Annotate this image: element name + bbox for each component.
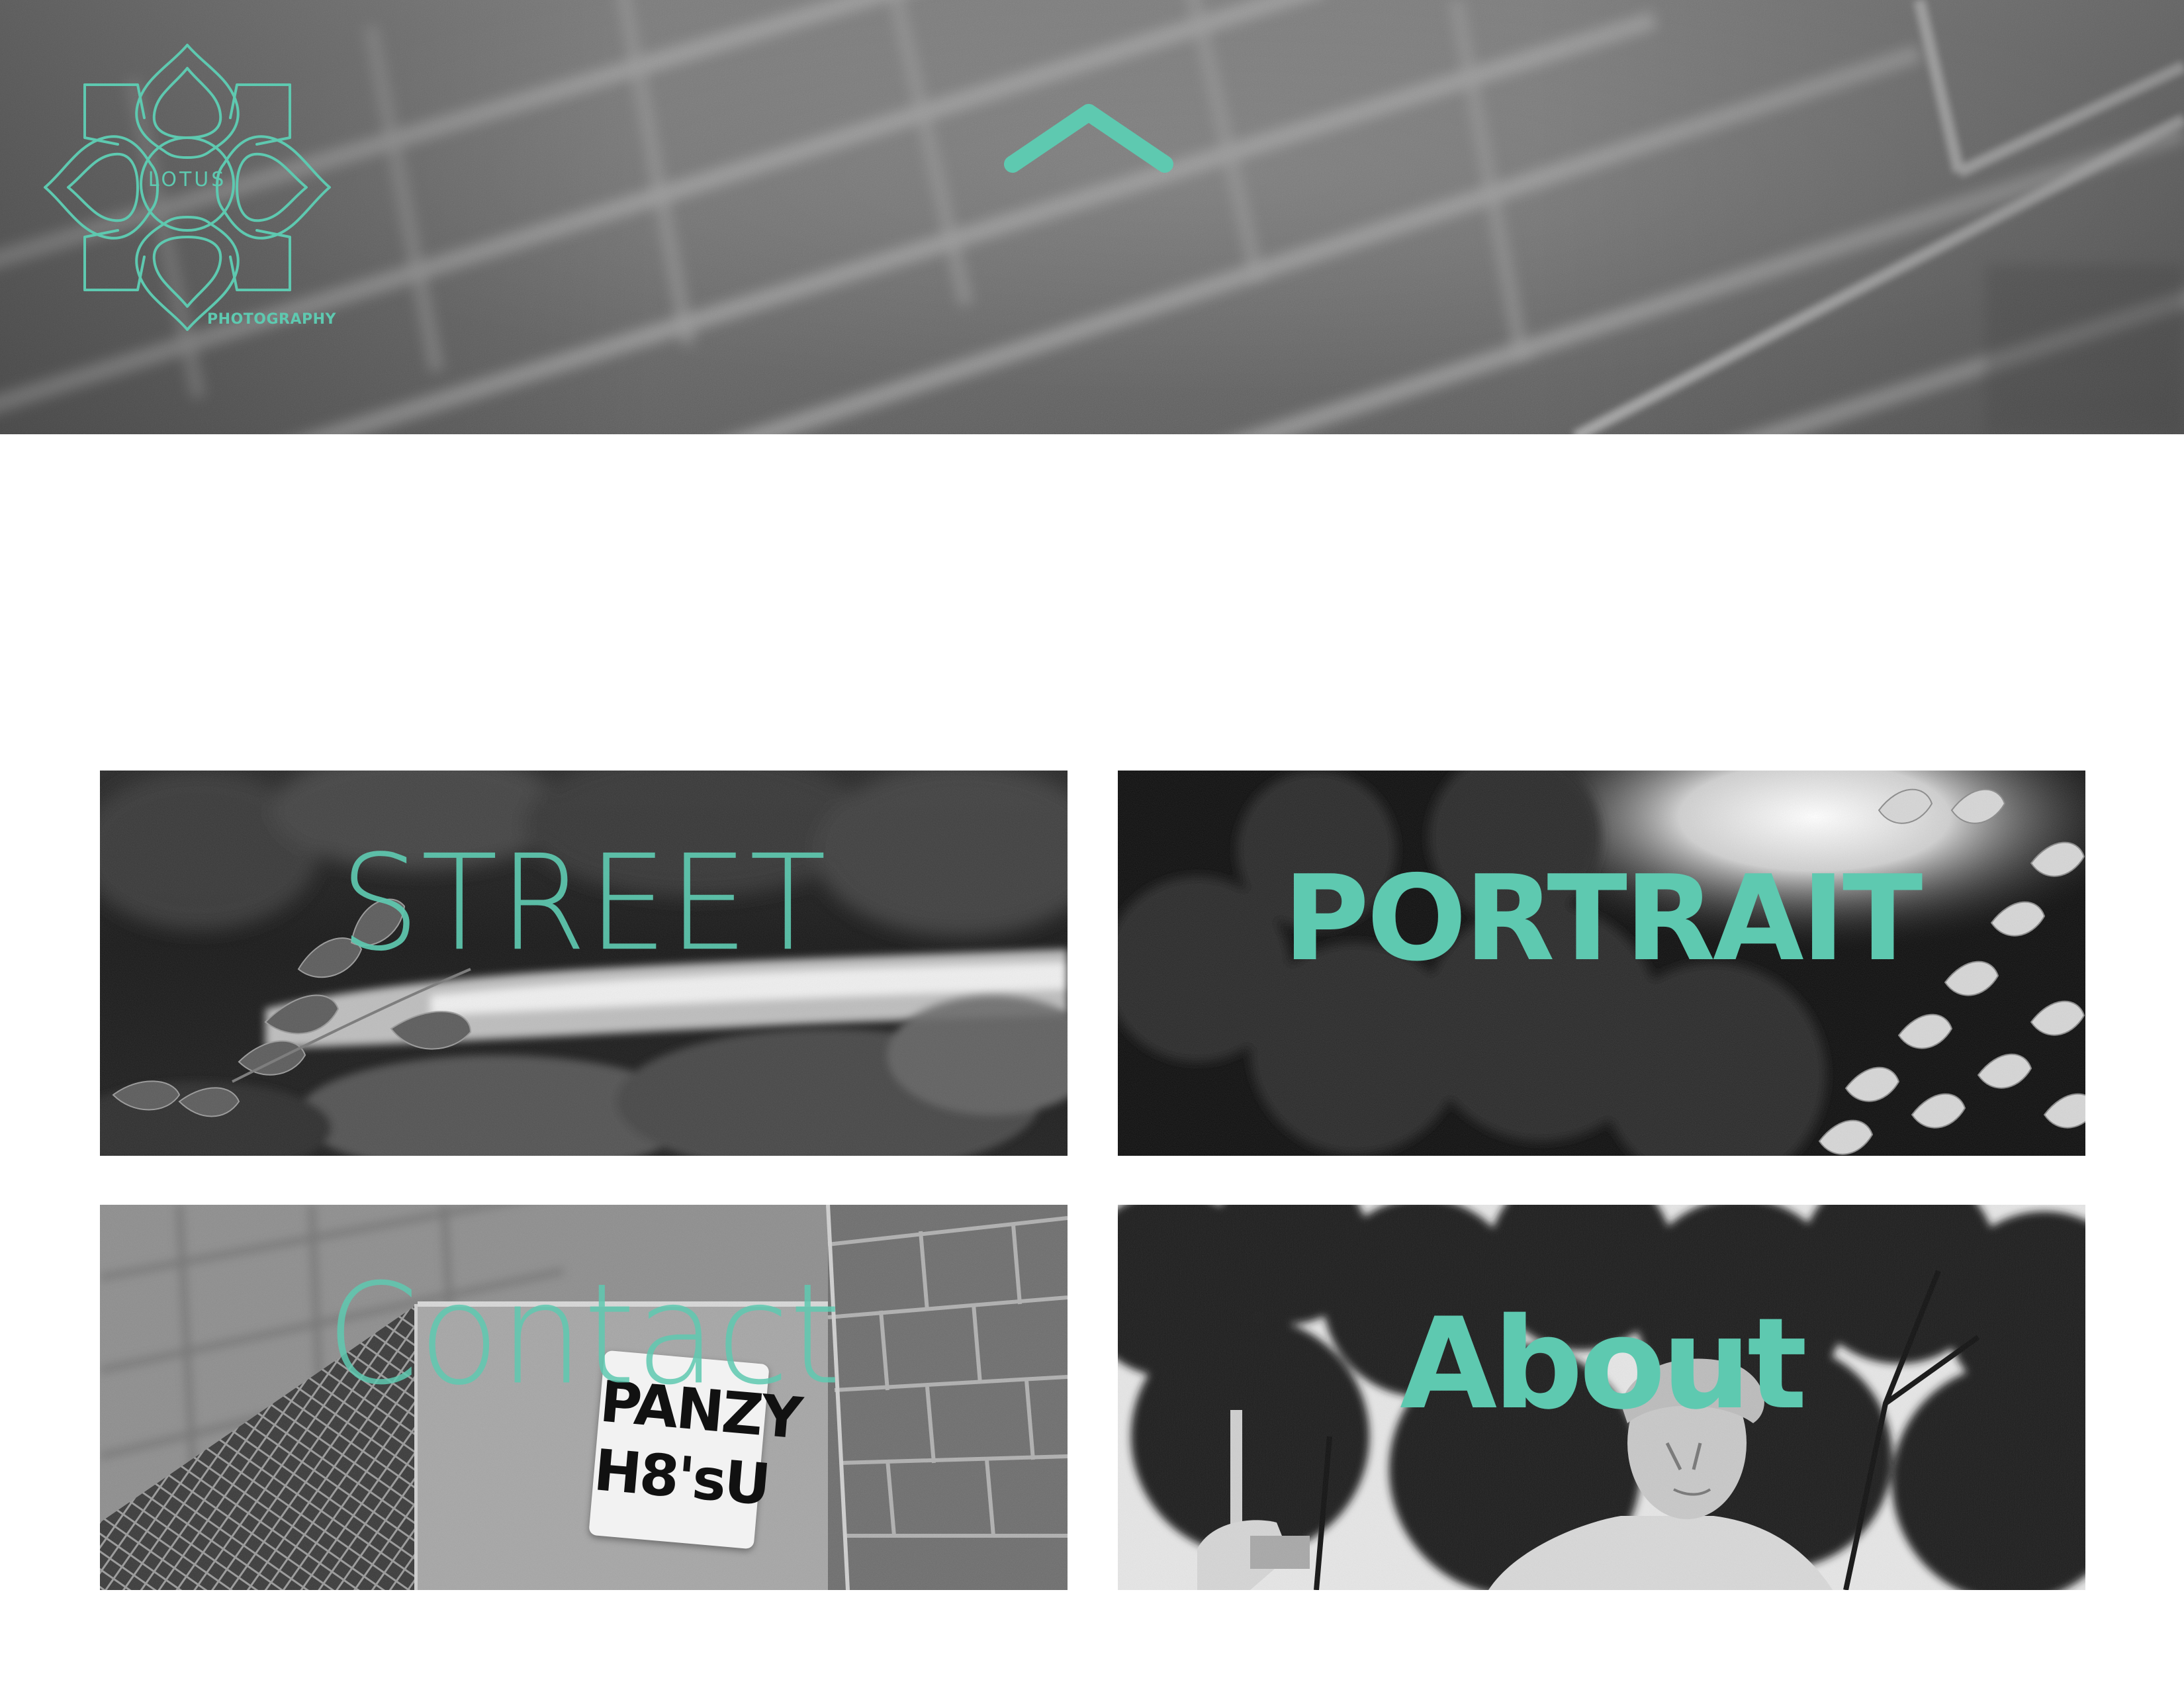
- street-label: STREET: [340, 826, 828, 980]
- portrait-gallery-tile[interactable]: PORTRAIT: [1118, 771, 2085, 1156]
- about-label: About: [1400, 1291, 1807, 1437]
- chevron-up-icon: [1004, 104, 1173, 173]
- hero-banner: LOTUS PHOTOGRAPHY: [0, 0, 2184, 434]
- about-tile[interactable]: About: [1118, 1205, 2085, 1590]
- scroll-up-button[interactable]: [999, 98, 1178, 177]
- logo-wordmark: LOTUS: [148, 168, 227, 191]
- lotus-logo[interactable]: LOTUS PHOTOGRAPHY: [38, 38, 336, 336]
- street-gallery-tile[interactable]: STREET: [100, 771, 1068, 1156]
- contact-label: Contact: [326, 1254, 842, 1416]
- portrait-label: PORTRAIT: [1283, 850, 1923, 987]
- logo-tagline: PHOTOGRAPHY: [207, 311, 336, 328]
- contact-tile[interactable]: PANZY H8'sU Contact: [100, 1205, 1068, 1590]
